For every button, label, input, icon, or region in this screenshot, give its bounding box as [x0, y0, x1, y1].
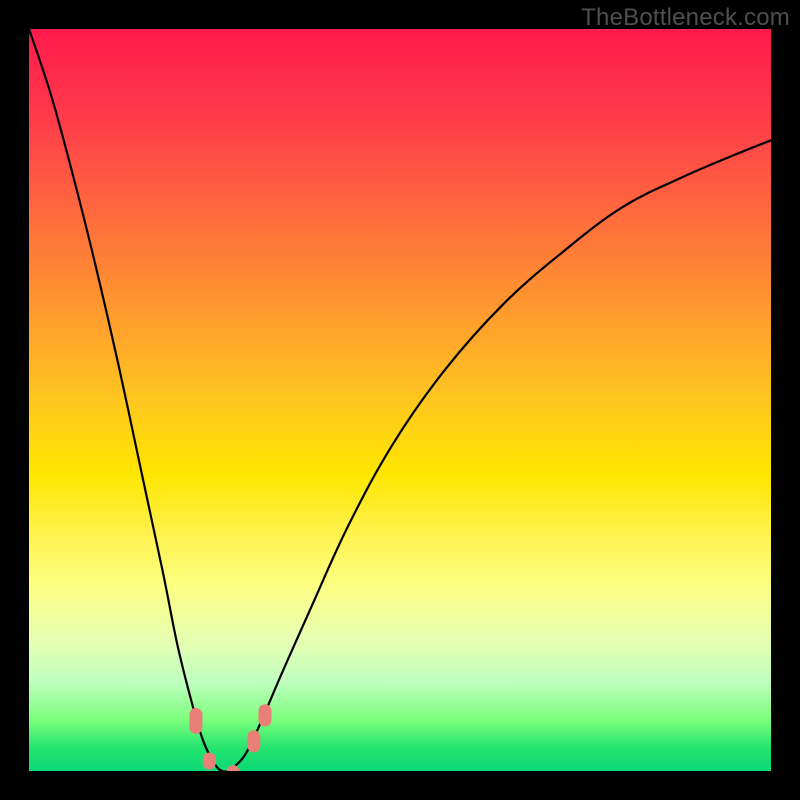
series-curve-right	[229, 140, 771, 771]
marker-left-a	[189, 708, 202, 734]
curves-svg	[29, 29, 771, 771]
watermark-text: TheBottleneck.com	[581, 4, 790, 32]
marker-right-a	[247, 730, 260, 752]
marker-left-b	[203, 752, 216, 769]
marker-right-b	[258, 704, 271, 726]
plot-area	[29, 29, 771, 771]
series-curve-left	[29, 29, 229, 771]
chart-frame: TheBottleneck.com	[0, 0, 800, 800]
marker-bottom-a	[227, 765, 240, 771]
